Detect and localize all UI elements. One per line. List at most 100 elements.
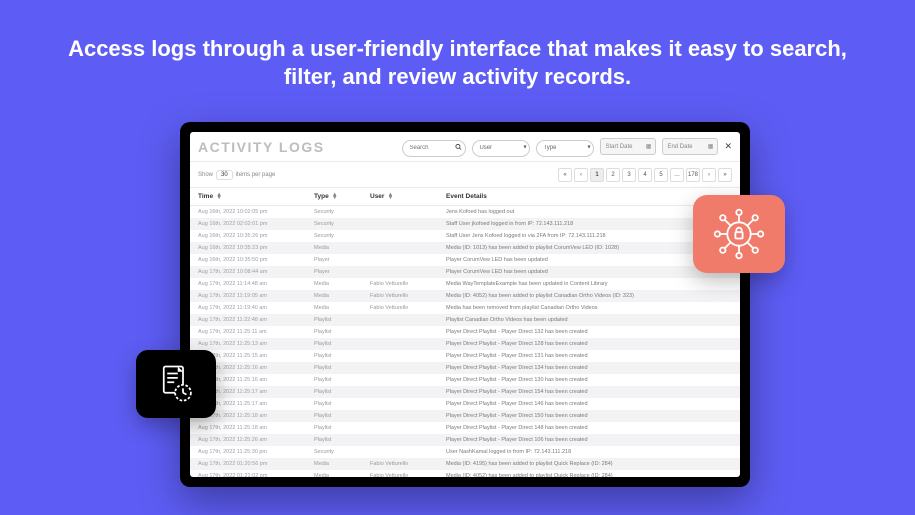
cell-type: Security <box>314 449 366 455</box>
monitor-frame: ACTIVITY LOGS User Type Start Date▦ End … <box>180 122 750 487</box>
page-button[interactable]: 2 <box>606 168 620 182</box>
cell-details: Player CorumVew LED has been updated <box>446 269 732 275</box>
col-time[interactable]: Time▲▼ <box>198 193 310 200</box>
col-details: Event Details <box>446 193 732 200</box>
cell-time: Aug 17th, 2022 11:25:30 pm <box>198 449 310 455</box>
top-bar: ACTIVITY LOGS User Type Start Date▦ End … <box>190 132 740 162</box>
table-row[interactable]: Aug 17th, 2022 11:25:11 am Playlist Player… <box>190 326 740 338</box>
cell-time: Aug 16th, 2022 10:02:05 pm <box>198 209 310 215</box>
controls-bar: Show 30 items per page «‹12345…178›» <box>190 162 740 188</box>
cell-details: Player Direct Playlist - Player Direct 1… <box>446 329 732 335</box>
page-button[interactable]: ‹ <box>574 168 588 182</box>
cell-details: Player Direct Playlist - Player Direct 1… <box>446 401 732 407</box>
cell-time: Aug 17th, 2022 01:20:56 pm <box>198 461 310 467</box>
page-button[interactable]: 1 <box>590 168 604 182</box>
table-row[interactable]: Aug 17th, 2022 11:22:48 amPlaylistPlayli… <box>190 314 740 326</box>
table-row[interactable]: Aug 17th, 2022 11:25:18 amPlaylistPlayer… <box>190 422 740 434</box>
cell-time: Aug 17th, 2022 11:25:11 am <box>198 329 310 335</box>
clear-filters-button[interactable]: ✕ <box>724 141 732 152</box>
col-type-label: Type <box>314 193 329 200</box>
cell-type: Playlist <box>314 377 366 383</box>
cell-time: Aug 17th, 2022 11:22:48 am <box>198 317 310 323</box>
col-time-label: Time <box>198 193 213 200</box>
calendar-icon: ▦ <box>646 143 652 150</box>
headline: Access logs through a user-friendly inte… <box>0 0 915 120</box>
page-button[interactable]: 178 <box>686 168 700 182</box>
cell-type: Media <box>314 245 366 251</box>
app-screen: ACTIVITY LOGS User Type Start Date▦ End … <box>190 132 740 477</box>
page-button[interactable]: 5 <box>654 168 668 182</box>
search-wrap <box>402 136 466 157</box>
user-filter-wrap: User <box>472 136 530 157</box>
cell-time: Aug 17th, 2022 01:21:02 pm <box>198 473 310 477</box>
cell-type: Playlist <box>314 365 366 371</box>
cell-details: User NashKamal logged in from IP: 72.143… <box>446 449 732 455</box>
table-row[interactable]: Aug 16th, 2022 10:35:50 pmPlayerPlayer C… <box>190 254 740 266</box>
table-row[interactable]: Aug 17th, 2022 11:25:15 amPlaylistPlayer… <box>190 350 740 362</box>
cell-details: Player Direct Playlist - Player Direct 1… <box>446 377 732 383</box>
cell-time: Aug 17th, 2022 11:25:26 am <box>198 437 310 443</box>
table-row[interactable]: Aug 17th, 2022 11:19:05 am Media Fabio Vet… <box>190 290 740 302</box>
items-per-page: Show 30 items per page <box>198 170 275 180</box>
cell-details: Staff User jkofoed logged in from IP: 72… <box>446 221 732 227</box>
cell-user: Fabio Vetturello <box>370 461 442 467</box>
table-row[interactable]: Aug 17th, 2022 11:25:30 pm Security User N… <box>190 446 740 458</box>
page-button[interactable]: 4 <box>638 168 652 182</box>
table-row[interactable]: Aug 17th, 2022 11:25:17 amPlaylistPlayer… <box>190 386 740 398</box>
page-button[interactable]: 3 <box>622 168 636 182</box>
cell-details: Player Direct Playlist - Player Direct 1… <box>446 413 732 419</box>
page-button[interactable]: » <box>718 168 732 182</box>
table-row[interactable]: Aug 16th, 2022 02:02:01 pmSecurityStaff … <box>190 218 740 230</box>
cell-user: Fabio Vetturello <box>370 293 442 299</box>
table-row[interactable]: Aug 16th, 2022 10:35:23 pmMediaMedia (ID… <box>190 242 740 254</box>
table-row[interactable]: Aug 17th, 2022 10:08:44 amPlayerPlayer C… <box>190 266 740 278</box>
table-row[interactable]: Aug 17th, 2022 11:25:16 amPlaylistPlayer… <box>190 362 740 374</box>
cell-type: Playlist <box>314 329 366 335</box>
cell-user: Fabio Vetturello <box>370 281 442 287</box>
page-button[interactable]: › <box>702 168 716 182</box>
table-row[interactable]: Aug 17th, 2022 11:19:40 amMediaFabio Vet… <box>190 302 740 314</box>
cell-details: Media WayTemplateExample has been update… <box>446 281 732 287</box>
col-type[interactable]: Type▲▼ <box>314 193 366 200</box>
cell-type: Playlist <box>314 353 366 359</box>
cell-type: Playlist <box>314 317 366 323</box>
table-row[interactable]: Aug 17th, 2022 11:25:17 amPlaylistPlayer… <box>190 398 740 410</box>
lock-network-icon <box>712 207 766 261</box>
cell-type: Player <box>314 269 366 275</box>
cell-time: Aug 17th, 2022 11:25:13 am <box>198 341 310 347</box>
table-row[interactable]: Aug 17th, 2022 11:25:16 amPlaylistPlayer… <box>190 374 740 386</box>
table-row[interactable]: Aug 17th, 2022 11:25:26 amPlaylistPlayer… <box>190 434 740 446</box>
col-user[interactable]: User▲▼ <box>370 193 442 200</box>
cell-details: Media has been removed from playlist Can… <box>446 305 732 311</box>
cell-type: Media <box>314 473 366 477</box>
cell-type: Media <box>314 461 366 467</box>
show-prefix: Show <box>198 172 213 178</box>
cell-type: Player <box>314 257 366 263</box>
page-button[interactable]: … <box>670 168 684 182</box>
user-filter[interactable]: User <box>472 140 530 157</box>
table-body: Aug 16th, 2022 10:02:05 pm Security Jens K… <box>190 206 740 477</box>
cell-details: Media (ID: 4195) has been added to playl… <box>446 461 732 467</box>
cell-type: Playlist <box>314 425 366 431</box>
table-row[interactable]: Aug 17th, 2022 11:25:18 amPlaylistPlayer… <box>190 410 740 422</box>
table-row[interactable]: Aug 16th, 2022 10:35:26 pmSecurityStaff … <box>190 230 740 242</box>
cell-type: Media <box>314 281 366 287</box>
table-row[interactable]: Aug 16th, 2022 10:02:05 pmSecurityJens K… <box>190 206 740 218</box>
items-per-page-select[interactable]: 30 <box>216 170 233 180</box>
cell-type: Media <box>314 293 366 299</box>
search-input[interactable] <box>402 140 466 157</box>
table-row[interactable]: Aug 17th, 2022 11:25:13 amPlaylistPlayer… <box>190 338 740 350</box>
page-button[interactable]: « <box>558 168 572 182</box>
cell-time: Aug 17th, 2022 11:19:05 am <box>198 293 310 299</box>
cell-details: Jens Kofoed has logged out <box>446 209 732 215</box>
table-row[interactable]: Aug 17th, 2022 11:14:48 amMediaFabio Vet… <box>190 278 740 290</box>
end-date-input[interactable]: End Date▦ <box>662 138 718 155</box>
start-date-input[interactable]: Start Date▦ <box>600 138 656 155</box>
col-user-label: User <box>370 193 384 200</box>
table-row[interactable]: Aug 17th, 2022 01:21:02 pmMediaFabio Vet… <box>190 470 740 477</box>
type-filter[interactable]: Type <box>536 140 594 157</box>
cell-details: Player Direct Playlist - Player Direct 1… <box>446 425 732 431</box>
sort-icon: ▲▼ <box>332 194 338 200</box>
table-row[interactable]: Aug 17th, 2022 01:20:56 pm Media Fabio Vet… <box>190 458 740 470</box>
cell-time: Aug 17th, 2022 11:25:18 am <box>198 413 310 419</box>
